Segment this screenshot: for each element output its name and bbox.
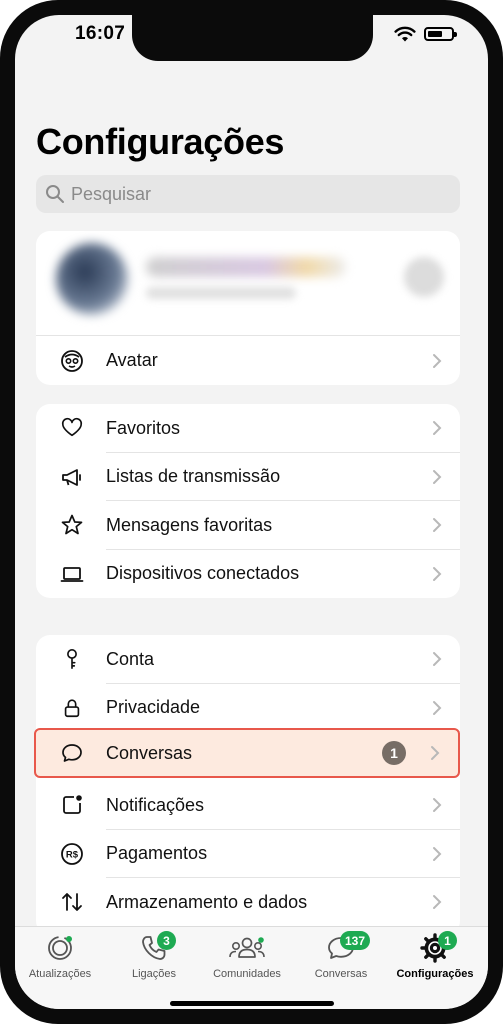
tab-ligacoes[interactable]: 3 Ligações xyxy=(107,931,201,980)
key-icon xyxy=(60,647,84,671)
tab-atualizacoes[interactable]: Atualizações xyxy=(15,933,107,980)
tab-configuracoes[interactable]: 1 Configurações xyxy=(388,931,482,980)
tab-comunidades[interactable]: Comunidades xyxy=(200,933,294,980)
tab-label: Atualizações xyxy=(28,968,92,980)
chevron-right-icon xyxy=(433,566,442,581)
status-time: 16:07 xyxy=(75,23,126,44)
search-icon xyxy=(46,185,64,203)
chevron-right-icon xyxy=(431,746,440,760)
qr-code-button[interactable] xyxy=(404,257,444,297)
chevron-right-icon xyxy=(433,700,442,715)
notification-icon xyxy=(60,793,84,817)
settings-row-label: Privacidade xyxy=(106,697,201,718)
chevron-right-icon xyxy=(433,518,442,533)
lock-icon xyxy=(60,696,84,720)
settings-row-avatar[interactable]: Avatar xyxy=(36,336,460,385)
chevron-right-icon xyxy=(433,798,442,813)
settings-row-label: Listas de transmissão xyxy=(106,466,281,487)
tab-label: Configurações xyxy=(396,968,474,980)
settings-row-label: Armazenamento e dados xyxy=(106,891,308,912)
tab-bar: Atualizações 3 Ligações Comunidades 137 xyxy=(15,926,488,1009)
chats-icon: 137 xyxy=(326,931,371,963)
settings-gear-icon: 1 xyxy=(420,931,457,963)
tab-label: Ligações xyxy=(131,968,177,980)
dynamic-island xyxy=(132,15,373,61)
tab-badge: 137 xyxy=(340,931,371,950)
avatar-face-icon xyxy=(60,349,84,373)
heart-icon xyxy=(60,416,84,440)
payment-icon-text: R$ xyxy=(66,849,79,860)
battery-icon xyxy=(424,27,457,41)
chevron-right-icon xyxy=(433,469,442,484)
settings-section-1: Favoritos Listas de transmissão Mensagen… xyxy=(36,404,460,598)
settings-row-label: Dispositivos conectados xyxy=(106,563,300,584)
status-icons xyxy=(394,25,457,43)
settings-row-privacidade[interactable]: Privacidade xyxy=(36,684,460,733)
chevron-right-icon xyxy=(433,421,442,436)
tab-conversas[interactable]: 137 Conversas xyxy=(294,931,388,980)
search-input[interactable] xyxy=(71,183,431,205)
phone-icon: 3 xyxy=(139,931,176,963)
chevron-right-icon xyxy=(433,353,442,368)
avatar xyxy=(56,243,128,315)
unread-badge: 1 xyxy=(382,741,406,765)
settings-section-2: Conta Privacidade Notificações R$ Pagame… xyxy=(36,635,460,935)
payment-rs-icon: R$ xyxy=(60,842,84,866)
settings-row-favoritos[interactable]: Favoritos xyxy=(36,404,460,453)
settings-row-label: Mensagens favoritas xyxy=(106,514,273,535)
settings-row-listas[interactable]: Listas de transmissão xyxy=(36,453,460,502)
laptop-icon xyxy=(60,562,84,586)
profile-card: Avatar xyxy=(36,231,460,385)
settings-row-pagamentos[interactable]: R$ Pagamentos xyxy=(36,830,460,879)
page-title: Configurações xyxy=(36,121,285,162)
settings-row-label: Favoritos xyxy=(106,417,181,438)
tab-badge: 1 xyxy=(438,931,457,950)
settings-row-mensagens-favoritas[interactable]: Mensagens favoritas xyxy=(36,501,460,550)
profile-status-blurred xyxy=(146,287,296,299)
profile-name-blurred xyxy=(146,257,346,277)
settings-row-label: Conta xyxy=(106,648,155,669)
settings-row-dispositivos[interactable]: Dispositivos conectados xyxy=(36,550,460,599)
data-arrows-icon xyxy=(60,890,84,914)
profile-row[interactable] xyxy=(36,231,460,336)
tab-badge: 3 xyxy=(157,931,176,950)
chat-bubble-icon xyxy=(60,741,84,765)
settings-row-label: Avatar xyxy=(106,350,158,370)
wifi-icon xyxy=(394,26,416,42)
phone-frame: 16:07 Configurações Pesquisar Avatar Fav… xyxy=(0,0,503,1024)
settings-row-label: Pagamentos xyxy=(106,843,208,864)
star-icon xyxy=(60,513,84,537)
settings-row-label: Notificações xyxy=(106,794,205,815)
megaphone-icon xyxy=(60,465,84,489)
chevron-right-icon xyxy=(433,846,442,861)
settings-row-notificacoes[interactable]: Notificações xyxy=(36,781,460,830)
settings-row-armazenamento[interactable]: Armazenamento e dados xyxy=(36,878,460,927)
screen: 16:07 Configurações Pesquisar Avatar Fav… xyxy=(15,15,488,1009)
chevron-right-icon xyxy=(433,895,442,910)
tab-label: Comunidades xyxy=(213,968,281,980)
communities-icon xyxy=(228,933,266,963)
status-updates-icon xyxy=(45,933,75,963)
chevron-right-icon xyxy=(433,652,442,667)
tab-label: Conversas xyxy=(314,968,368,980)
home-indicator[interactable] xyxy=(170,1001,334,1006)
settings-row-label: Conversas xyxy=(106,742,193,763)
settings-row-conversas[interactable]: Conversas 1 xyxy=(34,728,460,778)
search-bar[interactable] xyxy=(36,175,460,213)
settings-row-conta[interactable]: Conta xyxy=(36,635,460,684)
